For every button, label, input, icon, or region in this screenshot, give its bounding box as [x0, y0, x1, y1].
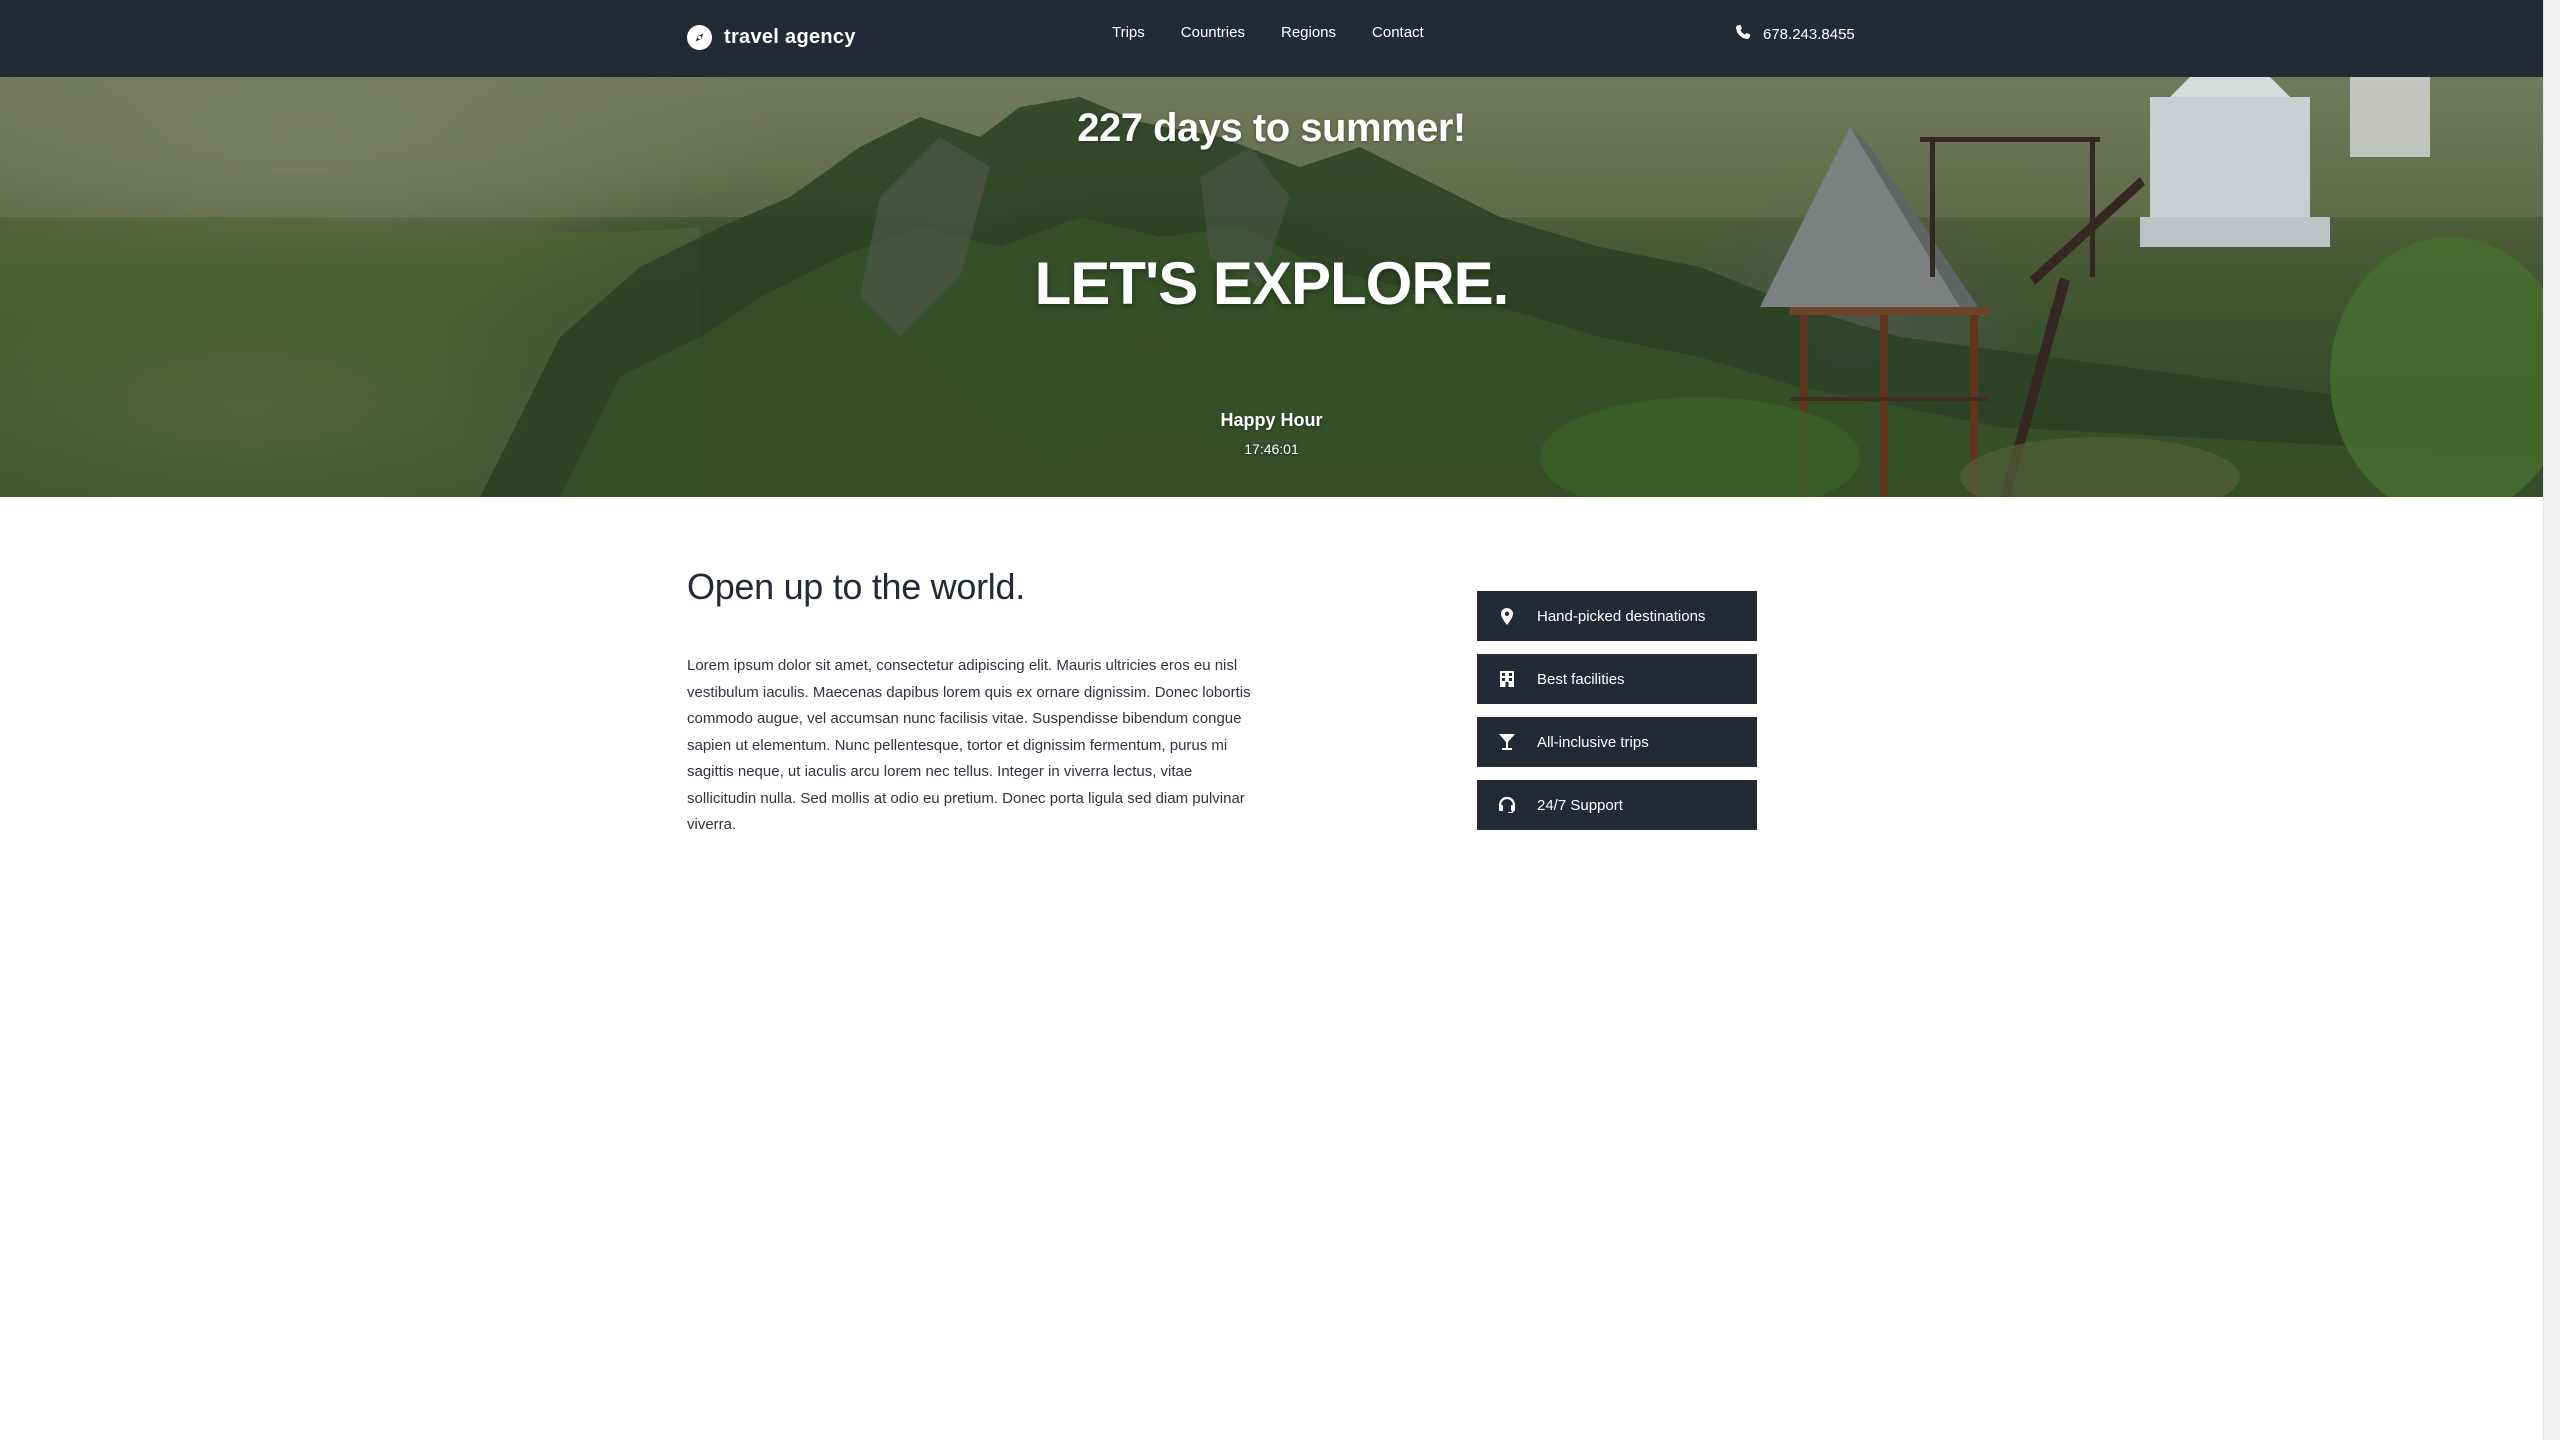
hero-banner: 227 days to summer! LET'S EXPLORE. Happy…	[0, 77, 2543, 497]
phone-icon	[1735, 24, 1751, 44]
hero-headline: LET'S EXPLORE.	[1034, 250, 1510, 317]
headset-icon	[1477, 797, 1537, 813]
nav-countries[interactable]: Countries	[1181, 24, 1245, 41]
brand-logo[interactable]: travel agency	[687, 22, 856, 52]
features-list: Hand-picked destinations Best facilities…	[1477, 591, 1757, 843]
map-marker-icon	[1477, 607, 1537, 625]
compass-icon	[687, 24, 712, 50]
happy-hour-clock: 17:46:01	[1244, 441, 1299, 457]
nav-regions[interactable]: Regions	[1281, 24, 1336, 41]
feature-label: Hand-picked destinations	[1537, 607, 1706, 625]
feature-all-inclusive-trips[interactable]: All-inclusive trips	[1477, 717, 1757, 767]
happy-hour-label: Happy Hour	[1220, 410, 1323, 430]
nav-contact[interactable]: Contact	[1372, 24, 1424, 41]
feature-label: 24/7 Support	[1537, 796, 1623, 814]
feature-24-7-support[interactable]: 24/7 Support	[1477, 780, 1757, 830]
building-icon	[1477, 671, 1537, 687]
feature-label: All-inclusive trips	[1537, 733, 1649, 751]
phone-contact[interactable]: 678.243.8455	[1735, 24, 1855, 44]
cocktail-icon	[1477, 734, 1537, 750]
feature-best-facilities[interactable]: Best facilities	[1477, 654, 1757, 704]
feature-hand-picked-destinations[interactable]: Hand-picked destinations	[1477, 591, 1757, 641]
nav-trips[interactable]: Trips	[1112, 24, 1145, 41]
main-nav: Trips Countries Regions Contact	[1112, 24, 1424, 41]
phone-number: 678.243.8455	[1763, 25, 1855, 43]
top-navbar: travel agency Trips Countries Regions Co…	[0, 0, 2543, 77]
feature-label: Best facilities	[1537, 670, 1625, 688]
intro-paragraph: Lorem ipsum dolor sit amet, consectetur …	[687, 657, 1251, 833]
summer-countdown: 227 days to summer!	[1077, 106, 1466, 150]
vertical-scrollbar[interactable]	[2543, 0, 2560, 1440]
intro-title: Open up to the world.	[687, 566, 1025, 607]
brand-name: travel agency	[724, 25, 856, 48]
